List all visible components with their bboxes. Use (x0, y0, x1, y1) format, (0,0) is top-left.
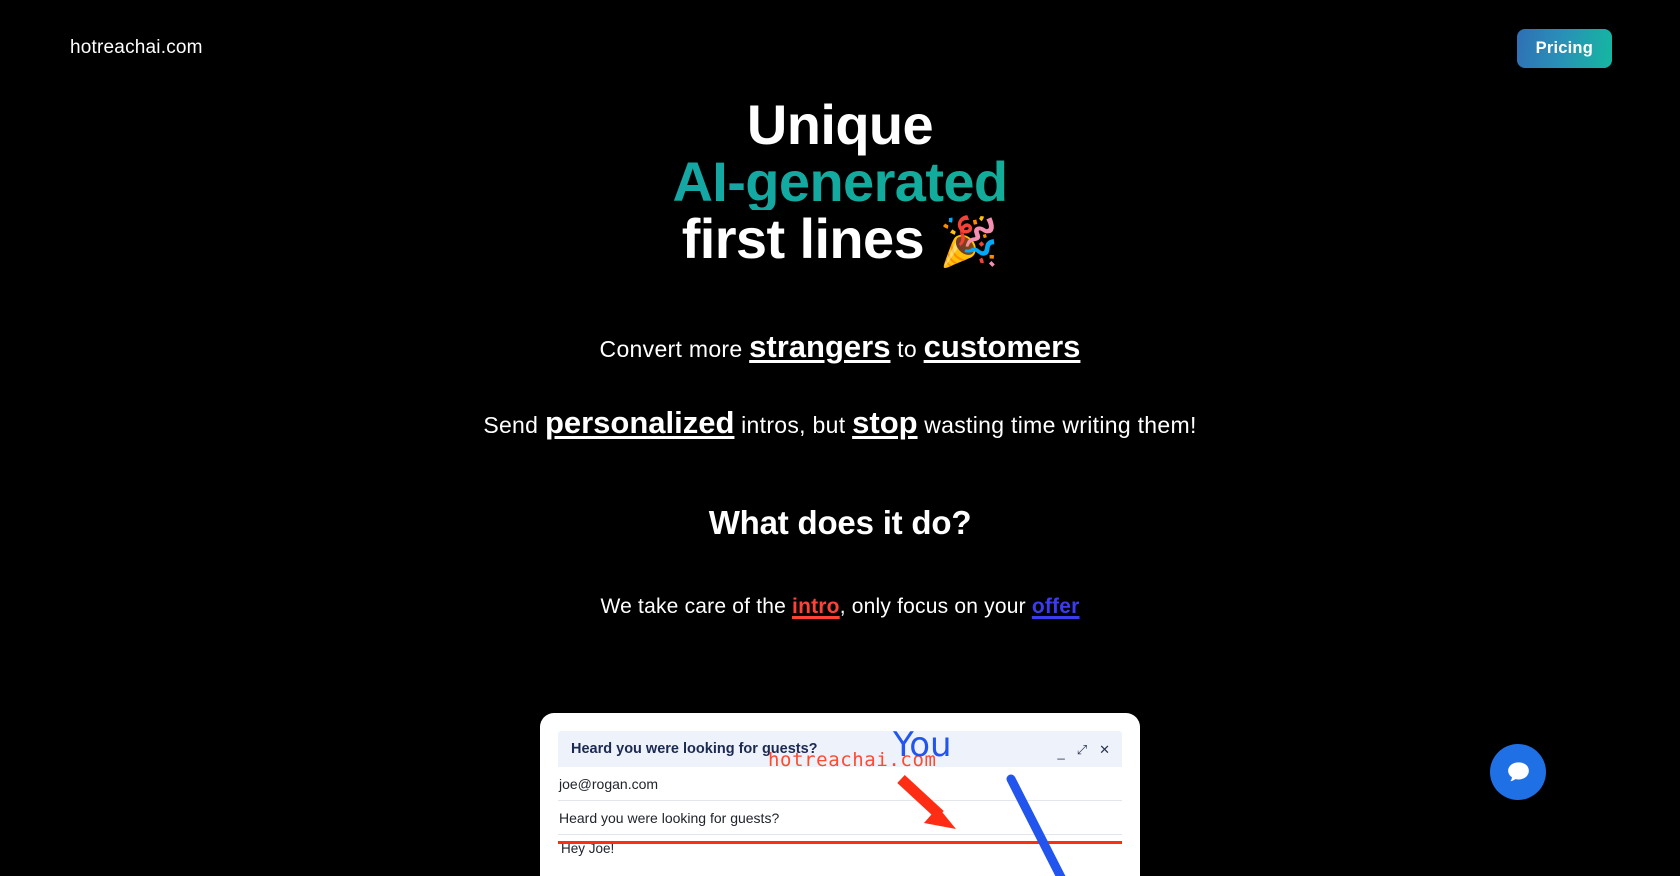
section-subtext: We take care of the intro, only focus on… (0, 595, 1680, 619)
tagline-2-personalized: personalized (544, 405, 735, 440)
tagline-convert: Convert more strangers to customers (0, 325, 1680, 371)
tagline-2-stop: stop (852, 405, 918, 440)
email-recipient-row[interactable]: joe@rogan.com (558, 767, 1122, 801)
tagline-1-strangers: strangers (749, 329, 891, 364)
tagline-1-customers: customers (923, 329, 1081, 364)
headline-line-1: Unique (746, 93, 934, 156)
section-heading-what-does-it-do: What does it do? (708, 504, 972, 541)
close-icon[interactable]: ✕ (1099, 743, 1110, 756)
email-window: Heard you were looking for guests? _ ⤢ ✕… (558, 731, 1122, 876)
link-intro[interactable]: intro (792, 595, 840, 618)
pricing-button[interactable]: Pricing (1516, 28, 1612, 68)
tagline-2-part-e: wasting time writing them! (917, 412, 1197, 438)
chat-bubble-icon (1507, 761, 1529, 781)
subtext-part-a: We take care of the (600, 595, 793, 618)
tagline-1-part-a: Convert more (599, 336, 750, 362)
site-header: hotreachai.com Pricing (0, 0, 1680, 96)
brand-logo[interactable]: hotreachai.com (70, 37, 203, 59)
annotation-you-label: You (893, 731, 952, 765)
expand-icon[interactable]: ⤢ (1077, 743, 1087, 756)
tagline-group: Convert more strangers to customers Send… (0, 325, 1680, 447)
link-offer[interactable]: offer (1032, 595, 1080, 618)
headline-line-3-text: first lines (681, 207, 925, 270)
email-body-first-line: Hey Joe! (561, 841, 615, 856)
email-mockup-card: Heard you were looking for guests? _ ⤢ ✕… (540, 713, 1140, 876)
email-subject-value: Heard you were looking for guests? (559, 809, 780, 826)
headline-line-3: first lines 🎉 (0, 210, 1680, 271)
email-subject-row[interactable]: Heard you were looking for guests? (558, 801, 1122, 835)
landing-page: hotreachai.com Pricing Unique AI-generat… (0, 0, 1680, 876)
tagline-send: Send personalized intros, but stop wasti… (0, 401, 1680, 447)
subtext-part-b: , only focus on your (839, 595, 1032, 618)
tagline-2-part-a: Send (483, 412, 545, 438)
party-popper-icon: 🎉 (939, 216, 999, 269)
email-body[interactable]: Hey Joe! (558, 835, 1122, 856)
chat-widget-button[interactable] (1490, 744, 1546, 800)
tagline-1-part-c: to (890, 336, 924, 362)
page-title: Unique AI-generated first lines 🎉 (0, 96, 1680, 271)
hero-section: Unique AI-generated first lines 🎉 (0, 96, 1680, 271)
email-window-controls: _ ⤢ ✕ (1057, 743, 1110, 759)
email-recipient-value: joe@rogan.com (559, 775, 659, 792)
headline-line-2: AI-generated (0, 153, 1680, 210)
minimize-icon[interactable]: _ (1057, 746, 1064, 759)
tagline-2-part-c: intros, but (734, 412, 853, 438)
